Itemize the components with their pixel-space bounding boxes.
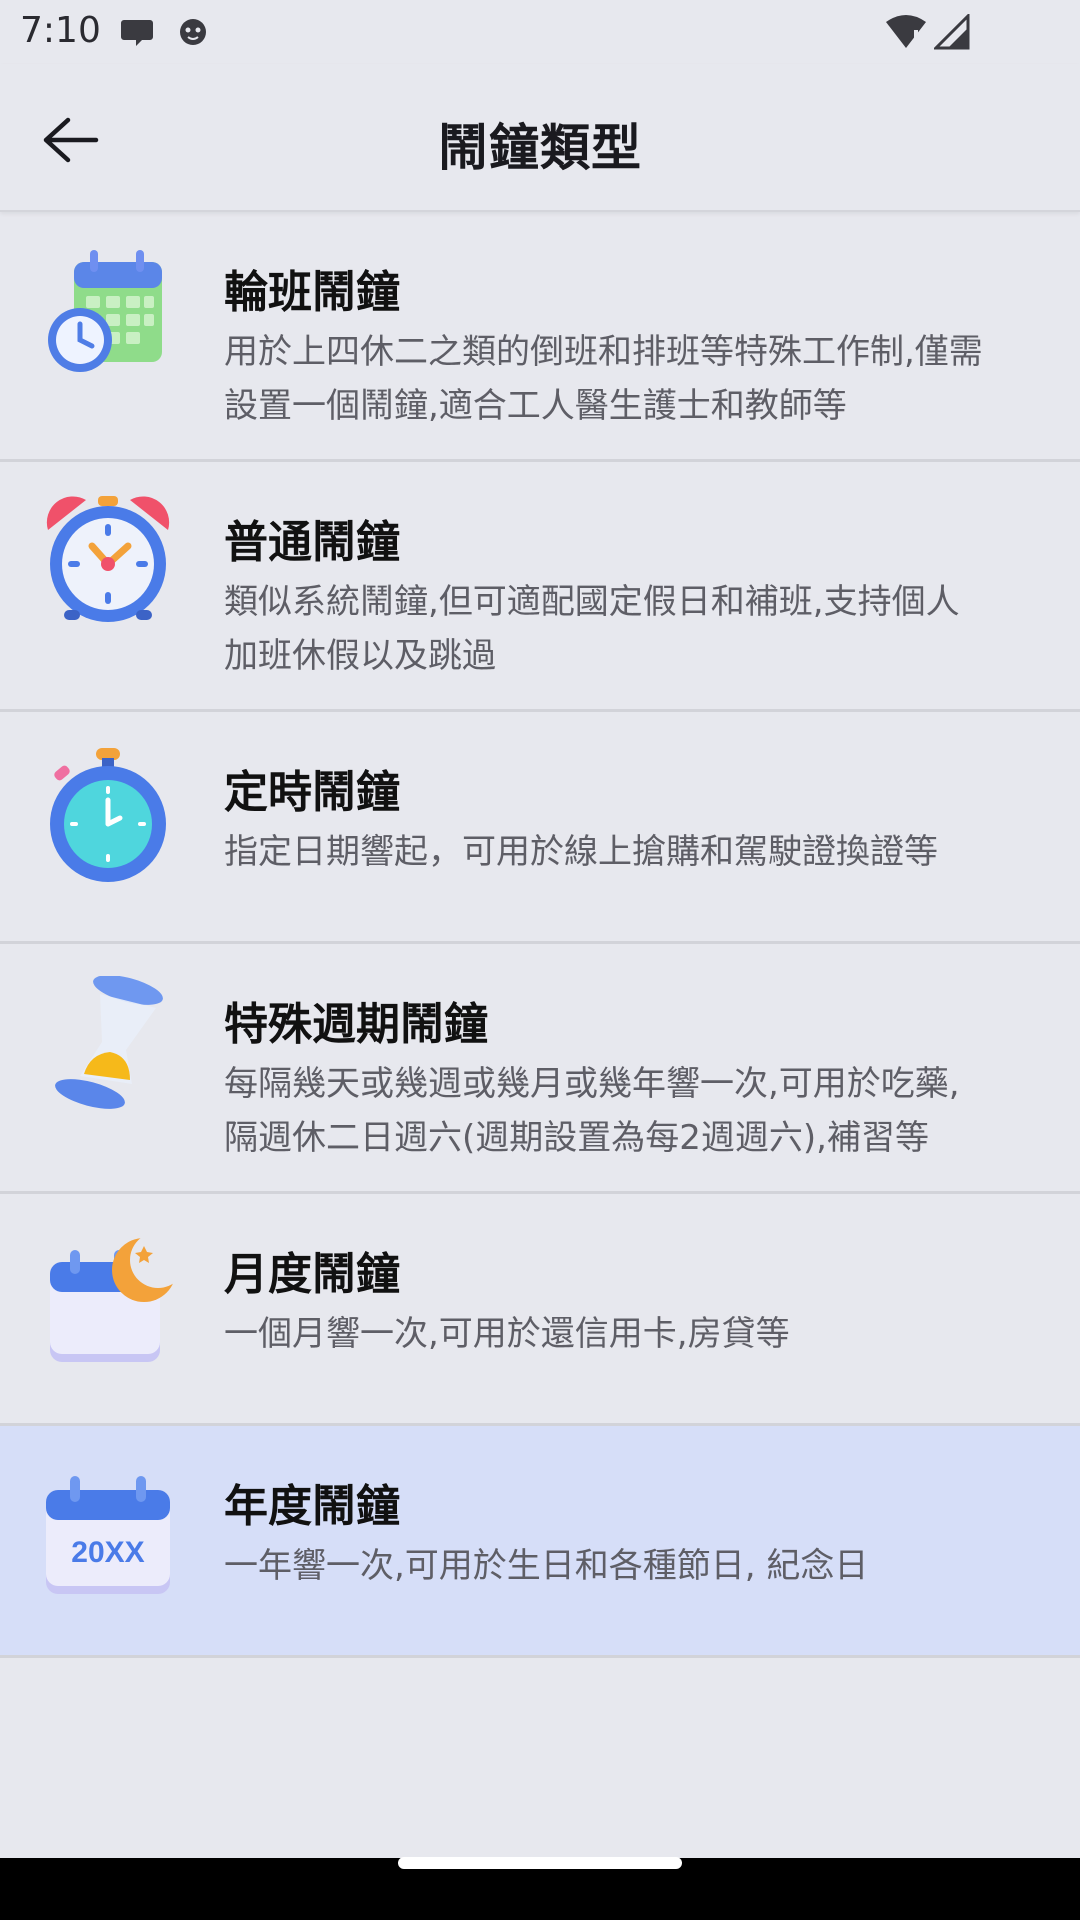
- wifi-icon: [886, 15, 926, 48]
- calendar-year-icon: 20XX: [46, 1476, 170, 1594]
- description-line-1: 類似系統鬧鐘,但可適配國定假日和補班,支持個人: [224, 582, 960, 622]
- alarm-type-yearly[interactable]: 20XX 年度鬧鐘 一年響一次,可用於生日和各種節日, 紀念日: [0, 1426, 1080, 1658]
- status-time: 7:10: [20, 10, 101, 51]
- cell-signal-icon: [934, 14, 970, 50]
- description-line-1: 每隔幾天或幾週或幾月或幾年響一次,可用於吃藥,: [224, 1064, 960, 1104]
- calendar-clock-icon: [48, 250, 162, 372]
- description-line-1: 一個月響一次,可用於還信用卡,房貸等: [224, 1314, 790, 1354]
- app-bar: 鬧鐘類型: [0, 64, 1080, 212]
- stopwatch-icon: [50, 748, 166, 882]
- description-line-2: 隔週休二日週六(週期設置為每2週週六),補習等: [224, 1118, 929, 1158]
- alarm-clock-icon: [46, 496, 170, 622]
- alarm-type-list: 輪班鬧鐘 用於上四休二之類的倒班和排班等特殊工作制,僅需 設置一個鬧鐘,適合工人…: [0, 212, 1080, 1658]
- alarm-type-special-cycle[interactable]: 特殊週期鬧鐘 每隔幾天或幾週或幾月或幾年響一次,可用於吃藥, 隔週休二日週六(週…: [0, 944, 1080, 1194]
- alarm-type-description: 類似系統鬧鐘,但可適配國定假日和補班,支持個人 加班休假以及跳過: [224, 575, 1050, 683]
- alarm-type-normal[interactable]: 普通鬧鐘 類似系統鬧鐘,但可適配國定假日和補班,支持個人 加班休假以及跳過: [0, 462, 1080, 712]
- alarm-type-shift[interactable]: 輪班鬧鐘 用於上四休二之類的倒班和排班等特殊工作制,僅需 設置一個鬧鐘,適合工人…: [0, 212, 1080, 462]
- alarm-type-title: 輪班鬧鐘: [224, 267, 400, 318]
- alarm-type-description: 一年響一次,可用於生日和各種節日, 紀念日: [224, 1539, 1050, 1593]
- description-line-1: 指定日期響起，可用於線上搶購和駕駛證換證等: [224, 832, 938, 872]
- calendar-year-label: 20XX: [71, 1536, 144, 1569]
- home-indicator[interactable]: [398, 1857, 682, 1869]
- alarm-type-description: 指定日期響起，可用於線上搶購和駕駛證換證等: [224, 825, 1050, 879]
- description-line-2: 加班休假以及跳過: [224, 636, 496, 676]
- alarm-type-title: 特殊週期鬧鐘: [224, 999, 488, 1050]
- alarm-type-timed[interactable]: 定時鬧鐘 指定日期響起，可用於線上搶購和駕駛證換證等: [0, 712, 1080, 944]
- alarm-type-title: 月度鬧鐘: [224, 1249, 400, 1300]
- alarm-type-title: 普通鬧鐘: [224, 517, 400, 568]
- system-icons: [884, 14, 970, 50]
- alarm-type-description: 一個月響一次,可用於還信用卡,房貸等: [224, 1307, 1050, 1361]
- alarm-type-title: 定時鬧鐘: [224, 767, 400, 818]
- hourglass-icon: [55, 976, 163, 1109]
- alarm-type-title: 年度鬧鐘: [224, 1481, 400, 1532]
- cat-face-icon: [180, 19, 206, 45]
- alarm-type-description: 用於上四休二之類的倒班和排班等特殊工作制,僅需 設置一個鬧鐘,適合工人醫生護士和…: [224, 325, 1050, 433]
- description-line-1: 一年響一次,可用於生日和各種節日, 紀念日: [224, 1546, 869, 1586]
- page-title: 鬧鐘類型: [438, 119, 642, 177]
- calendar-moon-icon: [50, 1232, 176, 1362]
- chat-bubble-icon: [121, 20, 153, 46]
- alarm-type-monthly[interactable]: 月度鬧鐘 一個月響一次,可用於還信用卡,房貸等: [0, 1194, 1080, 1426]
- status-bar: 7:10: [0, 0, 1080, 64]
- description-line-1: 用於上四休二之類的倒班和排班等特殊工作制,僅需: [224, 332, 983, 372]
- description-line-2: 設置一個鬧鐘,適合工人醫生護士和教師等: [224, 386, 847, 426]
- alarm-type-description: 每隔幾天或幾週或幾月或幾年響一次,可用於吃藥, 隔週休二日週六(週期設置為每2週…: [224, 1057, 1050, 1165]
